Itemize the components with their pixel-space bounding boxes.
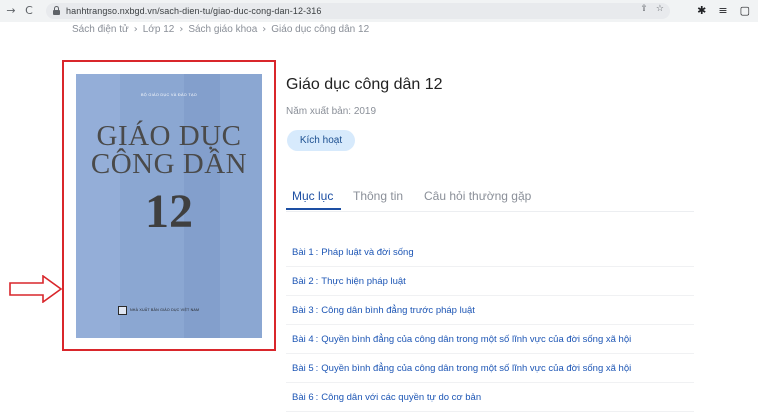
publication-year: Năm xuất bản: 2019 — [286, 106, 377, 117]
forward-icon[interactable]: → — [4, 4, 18, 18]
chevron-right-icon: › — [262, 23, 267, 35]
reading-list-icon[interactable]: ≡ — [718, 3, 727, 19]
highlight-box — [62, 60, 276, 351]
reload-icon[interactable]: C — [22, 4, 36, 18]
share-icon[interactable]: ⇪ — [640, 4, 648, 14]
list-item[interactable]: Bài 3: Công dân bình đẳng trước pháp luật — [286, 296, 694, 325]
active-tab-indicator — [286, 208, 341, 210]
arrow-right-annotation-icon — [9, 275, 63, 303]
browser-toolbar: → C hanhtrangso.nxbgd.vn/sach-dien-tu/gi… — [0, 0, 758, 22]
list-item[interactable]: Bài 4: Quyền bình đẳng của công dân trong… — [286, 325, 694, 354]
url-text: hanhtrangso.nxbgd.vn/sach-dien-tu/giao-d… — [66, 6, 322, 16]
chevron-right-icon: › — [179, 23, 184, 35]
sidebar-icon[interactable]: ▢ — [740, 3, 750, 19]
page-title: Giáo dục công dân 12 — [286, 76, 443, 93]
tab-table-of-contents[interactable]: Mục lục — [292, 189, 333, 203]
puzzle-icon[interactable]: ✱ — [697, 3, 706, 19]
chevron-right-icon: › — [133, 23, 138, 35]
tab-faq[interactable]: Câu hỏi thường gặp — [424, 189, 531, 203]
breadcrumb-item[interactable]: Lớp 12 — [143, 24, 175, 35]
star-icon[interactable]: ☆ — [656, 4, 664, 14]
breadcrumb-item[interactable]: Sách điện tử — [72, 24, 129, 35]
tab-bar: Mục lục Thông tin Câu hỏi thường gặp — [286, 186, 694, 212]
lesson-list: Bài 1: Pháp luật và đời sống Bài 2: Thực h… — [286, 238, 694, 412]
breadcrumb-item-current: Giáo dục công dân 12 — [271, 23, 370, 35]
list-item[interactable]: Bài 1: Pháp luật và đời sống — [286, 238, 694, 267]
activate-button[interactable]: Kích hoạt — [287, 130, 355, 151]
lock-icon — [52, 6, 61, 16]
address-bar[interactable]: hanhtrangso.nxbgd.vn/sach-dien-tu/giao-d… — [46, 3, 670, 19]
breadcrumb-item[interactable]: Sách giáo khoa — [188, 24, 257, 35]
tab-info[interactable]: Thông tin — [353, 189, 403, 203]
list-item[interactable]: Bài 2: Thực hiện pháp luật — [286, 267, 694, 296]
list-item[interactable]: Bài 6: Công dân với các quyền tự do cơ bả… — [286, 383, 694, 412]
breadcrumb: Sách điện tử › Lớp 12 › Sách giáo khoa ›… — [72, 22, 369, 36]
list-item[interactable]: Bài 5: Quyền bình đẳng của công dân trong… — [286, 354, 694, 383]
